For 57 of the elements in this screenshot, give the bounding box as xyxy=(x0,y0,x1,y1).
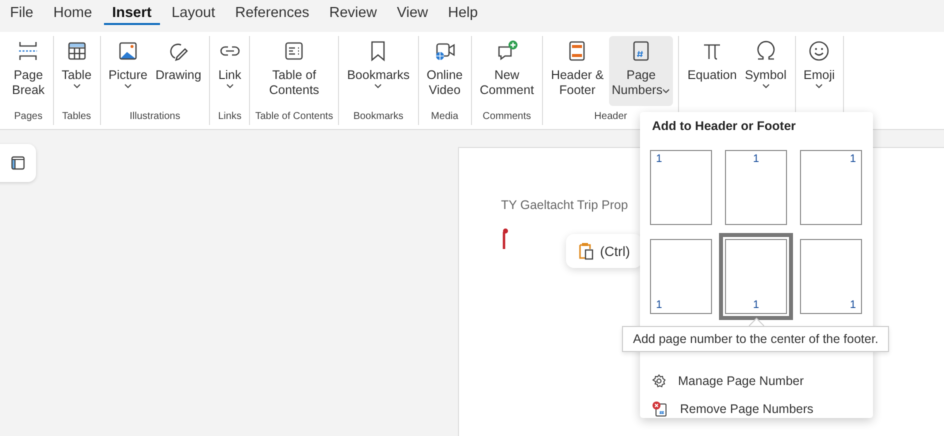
menu-tab[interactable]: Insert xyxy=(104,3,160,25)
chevron-icon xyxy=(124,83,132,89)
menu-tab[interactable]: Layout xyxy=(164,3,224,25)
chevron-icon xyxy=(226,83,234,89)
group-label: Table of Contents xyxy=(255,111,334,124)
group-label: Comments xyxy=(482,111,532,124)
chevron-icon xyxy=(374,83,382,89)
group-label: Tables xyxy=(62,111,92,124)
new-comment-icon xyxy=(496,40,518,62)
ribbon-button[interactable]: Page Numbers xyxy=(608,36,674,106)
ribbon-button[interactable]: Drawing xyxy=(152,36,204,106)
ribbon-button[interactable]: Symbol xyxy=(742,36,790,106)
ribbon-button[interactable]: Table xyxy=(58,36,95,106)
group-label: Pages xyxy=(14,111,42,124)
omega-icon xyxy=(754,40,777,62)
group-label: Illustrations xyxy=(130,111,180,124)
ribbon-button[interactable]: Online Video xyxy=(424,36,466,106)
chevron-icon xyxy=(762,83,770,89)
group-label: Bookmarks xyxy=(353,111,404,124)
smiley-icon xyxy=(808,40,830,62)
sidebar-icon xyxy=(11,156,25,170)
group-label: Header xyxy=(594,111,628,124)
chevron-icon xyxy=(662,88,670,94)
menu-tab[interactable]: Review xyxy=(321,3,385,25)
navigation-pane-button[interactable] xyxy=(0,144,36,182)
dropdown-title: Add to Header or Footer xyxy=(651,119,797,133)
cursor-marker-icon xyxy=(501,228,509,250)
ribbon-button[interactable]: Link xyxy=(215,36,244,106)
chevron-icon xyxy=(72,83,81,89)
menu-tab[interactable]: References xyxy=(227,3,318,25)
group-label: Media xyxy=(431,111,458,124)
ribbon-button[interactable]: Header & Footer xyxy=(548,36,607,106)
ribbon-button[interactable]: Equation xyxy=(684,36,740,106)
table-of-contents-icon xyxy=(283,40,306,62)
paste-options-button[interactable]: (Ctrl) xyxy=(566,234,642,268)
table-icon xyxy=(66,40,88,62)
group-label: Links xyxy=(218,111,242,124)
menu-item[interactable]: Manage Page Number xyxy=(640,372,873,390)
ribbon-button[interactable]: New Comment xyxy=(476,36,537,106)
menu-tab[interactable]: Home xyxy=(45,3,100,25)
menu-item[interactable]: Remove Page Numbers xyxy=(640,399,873,419)
menu-tab[interactable]: Help xyxy=(440,3,486,25)
menu-tab[interactable]: View xyxy=(388,3,436,25)
clipboard-icon xyxy=(578,242,594,260)
ribbon-button[interactable]: Emoji xyxy=(800,36,838,106)
chevron-icon xyxy=(815,83,824,89)
menu-tab[interactable]: File xyxy=(2,3,42,25)
ribbon-button[interactable]: Table of Contents xyxy=(266,36,322,106)
page-break-icon xyxy=(17,40,40,62)
ribbon-button[interactable]: Bookmarks xyxy=(344,36,413,106)
gear-icon xyxy=(652,374,666,388)
tooltip: Add page number to the center of the footer. xyxy=(622,326,890,352)
document-heading: TY Gaeltacht Trip Prop xyxy=(501,198,629,212)
picture-icon xyxy=(117,40,139,62)
ribbon-button[interactable]: Picture xyxy=(106,36,150,106)
page-number-position-option[interactable]: 1 xyxy=(719,233,793,320)
ribbon-button[interactable]: Page Break xyxy=(9,36,48,106)
